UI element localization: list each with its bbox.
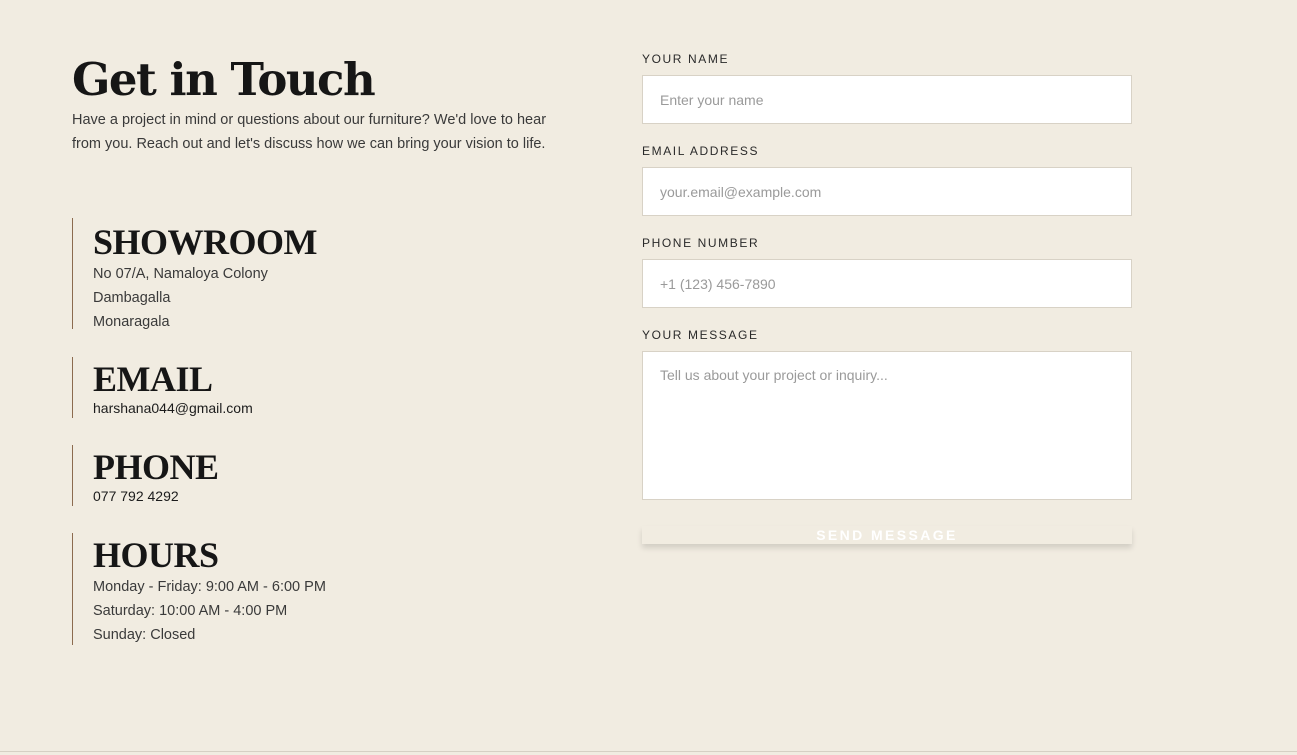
- hours-line: Monday - Friday: 9:00 AM - 6:00 PM: [93, 579, 326, 595]
- hours-block: HOURS Monday - Friday: 9:00 AM - 6:00 PM…: [72, 533, 326, 645]
- phone-input[interactable]: [642, 259, 1132, 308]
- email-label: EMAIL ADDRESS: [642, 144, 760, 158]
- showroom-heading: SHOWROOM: [93, 222, 318, 262]
- hours-heading: HOURS: [93, 535, 219, 575]
- phone-block: PHONE 077 792 4292: [72, 445, 219, 506]
- message-textarea[interactable]: [642, 351, 1132, 500]
- phone-label: PHONE NUMBER: [642, 236, 760, 250]
- showroom-block: SHOWROOM No 07/A, Namaloya Colony Dambag…: [72, 218, 318, 330]
- phone-heading: PHONE: [93, 447, 219, 487]
- footer-divider: [0, 751, 1297, 752]
- intro-text: Have a project in mind or questions abou…: [72, 112, 547, 152]
- contact-page: Get in Touch Have a project in mind or q…: [0, 0, 1297, 755]
- name-input[interactable]: [642, 75, 1132, 124]
- phone-value: 077 792 4292: [93, 488, 179, 504]
- name-label: YOUR NAME: [642, 52, 730, 66]
- hours-line: Saturday: 10:00 AM - 4:00 PM: [93, 603, 288, 619]
- email-input[interactable]: [642, 167, 1132, 216]
- email-heading: EMAIL: [93, 359, 213, 399]
- showroom-address-line: No 07/A, Namaloya Colony: [93, 266, 268, 282]
- contact-form: YOUR NAME EMAIL ADDRESS PHONE NUMBER YOU…: [642, 52, 1132, 544]
- showroom-address-line: Dambagalla: [93, 290, 171, 306]
- page-title: Get in Touch: [72, 53, 376, 106]
- send-message-button[interactable]: SEND MESSAGE: [642, 526, 1132, 544]
- email-block: EMAIL harshana044@gmail.com: [72, 357, 253, 418]
- hours-line: Sunday: Closed: [93, 627, 196, 643]
- message-label: YOUR MESSAGE: [642, 328, 759, 342]
- contact-intro: Get in Touch Have a project in mind or q…: [72, 52, 572, 156]
- showroom-address-line: Monaragala: [93, 314, 170, 330]
- email-value: harshana044@gmail.com: [93, 400, 253, 416]
